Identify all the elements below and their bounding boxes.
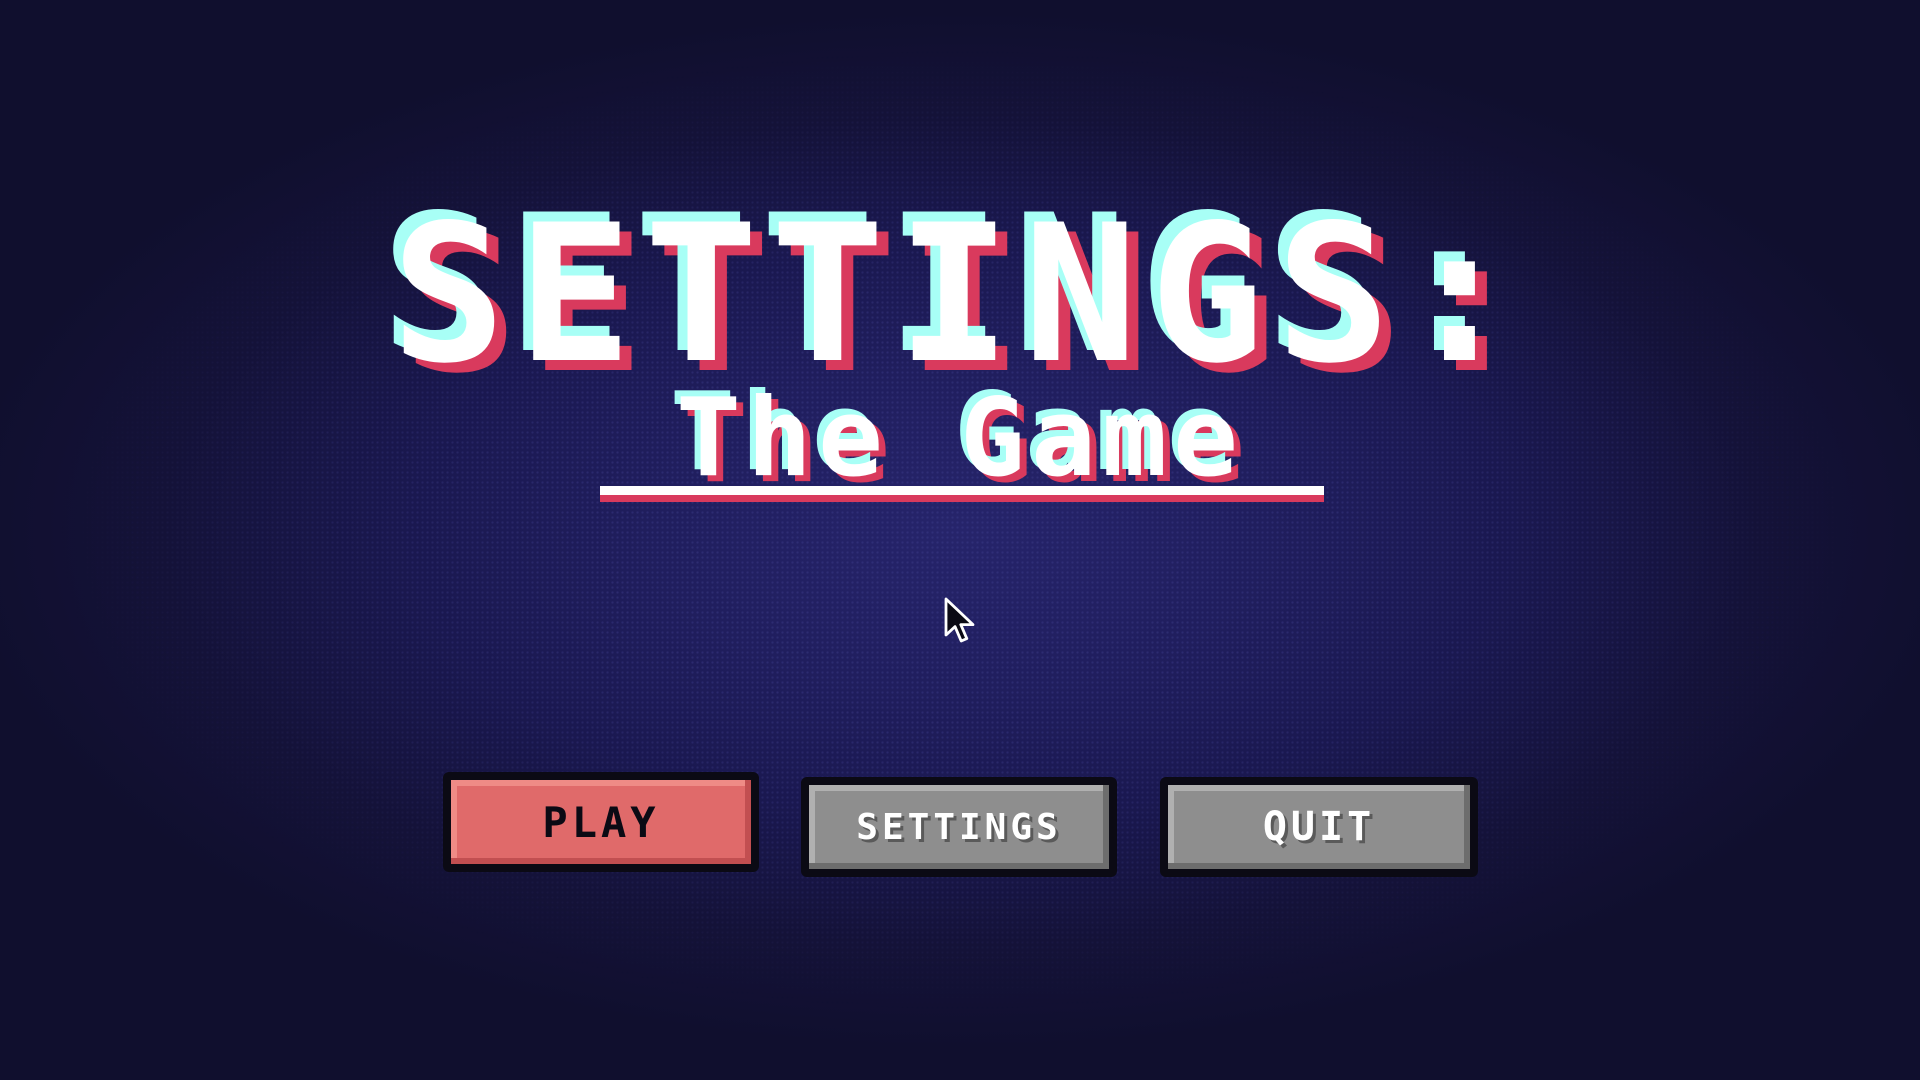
mouse-pointer-icon xyxy=(944,597,975,643)
subtitle-underline xyxy=(600,486,1324,495)
game-subtitle: The Game xyxy=(675,376,1245,501)
play-button[interactable]: PLAY xyxy=(443,772,759,872)
quit-button-label: QUIT xyxy=(1262,804,1376,850)
background-dither-pattern xyxy=(0,0,1920,1080)
quit-button[interactable]: QUIT xyxy=(1160,777,1478,877)
game-title: SETTINGS: xyxy=(391,184,1529,405)
settings-button[interactable]: SETTINGS xyxy=(801,777,1117,877)
play-button-label: PLAY xyxy=(542,797,660,847)
settings-button-label: SETTINGS xyxy=(856,806,1062,848)
